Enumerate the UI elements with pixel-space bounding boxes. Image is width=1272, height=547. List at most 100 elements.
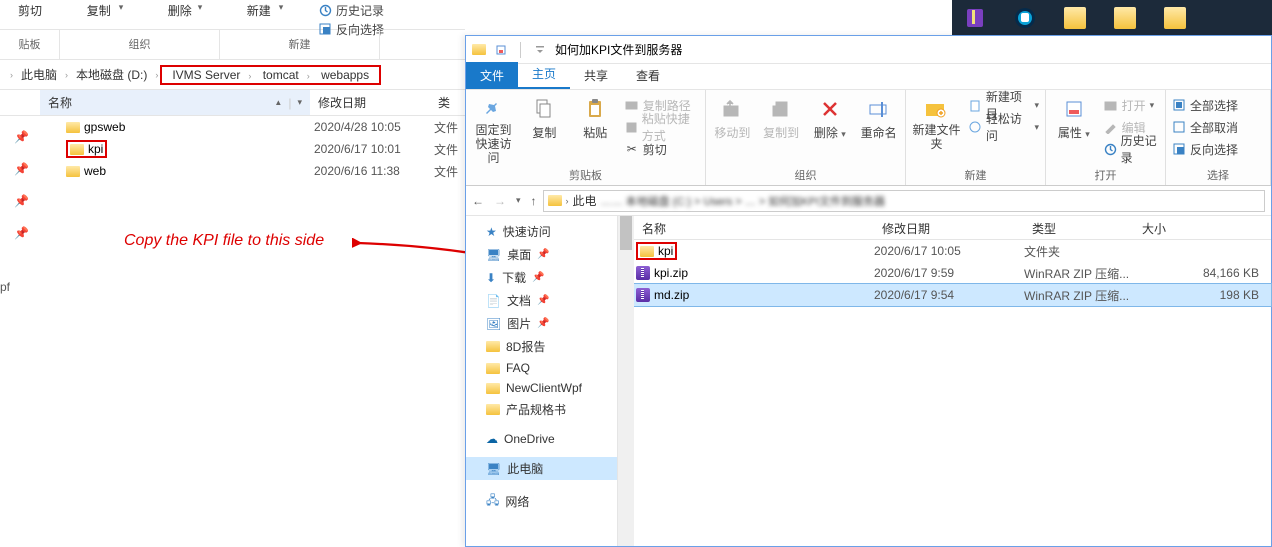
col-size[interactable]: 大小 — [1134, 216, 1271, 239]
file-row[interactable]: web 2020/6/16 11:38文件 — [0, 160, 465, 182]
copyto-icon — [769, 97, 793, 121]
select-none-button[interactable]: 全部取消 — [1172, 117, 1238, 137]
crumb-drive[interactable]: 本地磁盘 (D:) — [70, 64, 153, 85]
cut-button[interactable]: 剪切 — [0, 0, 60, 29]
delete-button[interactable]: 删除▾ — [150, 0, 220, 29]
up-button[interactable]: ↑ — [531, 194, 537, 208]
nav-onedrive[interactable]: ☁OneDrive — [466, 429, 617, 449]
file-name: md.zip — [654, 288, 689, 302]
winrar-icon — [964, 7, 986, 29]
group-label: 组织 — [60, 30, 220, 59]
file-name: kpi — [88, 142, 103, 156]
col-name[interactable]: 名称▲|▾ — [40, 90, 310, 115]
address-box[interactable]: › 此电 …… 本地磁盘 (C:) > Users > … > 如何加KPI文件… — [543, 190, 1265, 212]
recent-dropdown[interactable]: ▾ — [516, 195, 521, 206]
tab-file[interactable]: 文件 — [466, 62, 518, 89]
crumb-webapps[interactable]: webapps — [315, 66, 375, 84]
nav-client[interactable]: NewClientWpf — [466, 378, 617, 398]
new-button[interactable]: 新建▾ — [220, 0, 310, 29]
select-all-button[interactable]: 全部选择 — [1172, 95, 1238, 115]
cut-button[interactable]: ✂剪切 — [625, 139, 699, 159]
qat-dropdown-icon[interactable] — [531, 41, 549, 59]
file-row[interactable]: gpsweb2020/4/28 10:05文件 — [0, 116, 465, 138]
annotation-text: Copy the KPI file to this side — [124, 232, 324, 250]
right-file-list: kpi2020/6/17 10:05文件夹kpi.zip2020/6/17 9:… — [634, 240, 1271, 306]
file-row[interactable]: kpi2020/6/17 10:05文件夹 — [634, 240, 1271, 262]
file-date: 2020/6/16 11:38 — [314, 164, 434, 178]
nav-spec[interactable]: 产品规格书 — [466, 398, 617, 421]
paste-button[interactable]: 粘贴 — [574, 93, 617, 165]
nav-desktop[interactable]: 🖥桌面📌 — [466, 243, 617, 266]
file-type: 文件 — [434, 163, 458, 180]
addr-segment[interactable]: 此电 — [573, 192, 597, 209]
col-date[interactable]: 修改日期 — [310, 90, 430, 115]
pin-quickaccess-button[interactable]: 固定到快速访问 — [472, 93, 515, 165]
file-row[interactable]: md.zip2020/6/17 9:54WinRAR ZIP 压缩...198 … — [634, 284, 1271, 306]
easy-access-button[interactable]: 轻松访问 ▾ — [969, 117, 1039, 137]
file-size: 198 KB — [1134, 288, 1271, 302]
file-type: WinRAR ZIP 压缩... — [1024, 265, 1134, 282]
group-label: 选择 — [1172, 165, 1264, 185]
forward-button[interactable]: → — [494, 194, 506, 208]
right-nav-tree[interactable]: ★快速访问 🖥桌面📌 ⬇下载📌 📄文档📌 🖼图片📌 8D报告 FAQ NewCl… — [466, 216, 618, 546]
move-to-button[interactable]: 移动到 — [712, 93, 753, 165]
nav-faq[interactable]: FAQ — [466, 358, 617, 378]
back-button[interactable]: ← — [472, 194, 484, 208]
left-breadcrumb[interactable]: › 此电脑› 本地磁盘 (D:)› IVMS Server› tomcat› w… — [0, 60, 465, 90]
col-type[interactable]: 类 — [430, 90, 458, 115]
select-none-icon — [1172, 120, 1186, 134]
subway-icon — [1014, 7, 1036, 29]
col-name[interactable]: 名称 — [634, 216, 874, 239]
tab-share[interactable]: 共享 — [570, 62, 622, 89]
nav-downloads[interactable]: ⬇下载📌 — [466, 266, 617, 289]
tab-home[interactable]: 主页 — [518, 60, 570, 89]
group-label: 新建 — [912, 165, 1039, 185]
col-date[interactable]: 修改日期 — [874, 216, 1024, 239]
nav-reports[interactable]: 8D报告 — [466, 335, 617, 358]
file-row[interactable]: kpi2020/6/17 10:01文件 — [0, 138, 465, 160]
copy-button[interactable]: 复制 — [523, 93, 566, 165]
nav-quick-access[interactable]: ★快速访问 — [466, 220, 617, 243]
history-button[interactable]: 历史记录 — [1104, 139, 1159, 159]
file-type: WinRAR ZIP 压缩... — [1024, 287, 1134, 304]
left-side-pins: 📌 📌 📌 📌 — [14, 130, 29, 240]
left-column-headers[interactable]: 名称▲|▾ 修改日期 类 — [0, 90, 465, 116]
pin-icon: 📌 — [14, 130, 29, 144]
right-titlebar[interactable]: 如何加KPI文件到服务器 — [466, 36, 1271, 64]
new-item-icon — [969, 98, 982, 112]
right-column-headers[interactable]: 名称 修改日期 类型 大小 — [634, 216, 1271, 240]
invert-select-button[interactable]: 反向选择 — [1172, 139, 1238, 159]
paste-shortcut-button[interactable]: 粘贴快捷方式 — [625, 117, 699, 137]
nav-this-pc[interactable]: 🖥此电脑 — [466, 457, 617, 480]
new-folder-button[interactable]: 新建文件夹 — [912, 93, 961, 165]
properties-button[interactable]: 属性 ▾ — [1052, 93, 1096, 165]
crumb-tomcat[interactable]: tomcat — [257, 66, 305, 84]
folder-icon — [66, 122, 80, 133]
nav-pictures[interactable]: 🖼图片📌 — [466, 312, 617, 335]
group-label: 贴板 — [0, 30, 60, 59]
crumb-pc[interactable]: 此电脑 — [15, 64, 63, 85]
file-type: 文件夹 — [1024, 243, 1134, 260]
tab-view[interactable]: 查看 — [622, 62, 674, 89]
nav-documents[interactable]: 📄文档📌 — [466, 289, 617, 312]
col-type[interactable]: 类型 — [1024, 216, 1134, 239]
delete-button[interactable]: 删除 ▾ — [810, 93, 851, 165]
rename-button[interactable]: 重命名 — [858, 93, 899, 165]
file-row[interactable]: kpi.zip2020/6/17 9:59WinRAR ZIP 压缩...84,… — [634, 262, 1271, 284]
history-button[interactable]: 历史记录 — [318, 2, 384, 19]
content-scrollbar[interactable] — [618, 216, 634, 546]
crumb-ivms[interactable]: IVMS Server — [166, 66, 246, 84]
copy-to-button[interactable]: 复制到 — [761, 93, 802, 165]
folder-icon — [472, 44, 486, 55]
chevron-right-icon: › — [8, 70, 15, 80]
copy-button[interactable]: 复制▾ — [60, 0, 150, 29]
rename-icon — [867, 97, 891, 121]
nav-network[interactable]: 🖧网络 — [466, 488, 617, 515]
pin-icon: 📌 — [14, 194, 29, 208]
pin-icon — [481, 97, 505, 121]
zip-icon — [636, 288, 650, 302]
file-name: web — [84, 164, 106, 178]
qat-properties-icon[interactable] — [492, 41, 510, 59]
open-button[interactable]: 打开 ▾ — [1104, 95, 1159, 115]
desktop-strip — [952, 0, 1272, 35]
